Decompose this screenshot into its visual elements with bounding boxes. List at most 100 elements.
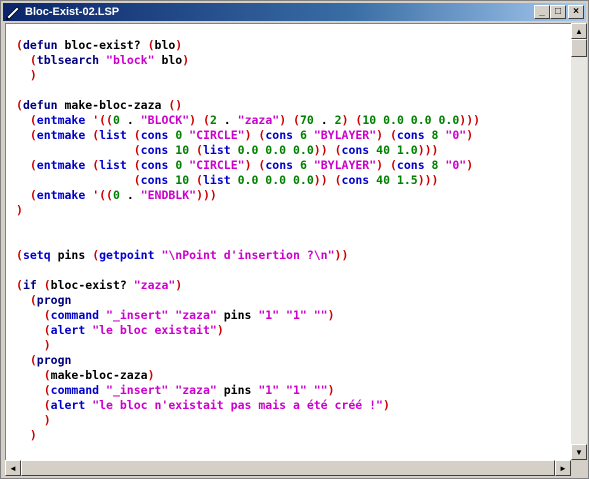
- code-token: ): [327, 383, 335, 397]
- code-token: progn: [36, 353, 72, 367]
- code-editor[interactable]: (defun bloc-exist? (blo) (tblsearch "blo…: [5, 23, 571, 460]
- scroll-up-button[interactable]: ▲: [571, 23, 587, 39]
- code-token: entmake: [36, 113, 93, 127]
- code-token: (: [29, 53, 37, 67]
- maximize-button[interactable]: □: [550, 5, 566, 19]
- code-token: ): [29, 68, 37, 82]
- code-line: (command "_insert" "zaza" pins "1" "1" "…: [16, 383, 480, 398]
- code-line: (defun bloc-exist? (blo): [16, 38, 480, 53]
- code-token: entmake: [36, 188, 93, 202]
- vertical-scroll-thumb[interactable]: [571, 39, 587, 57]
- code-token: (: [43, 308, 51, 322]
- code-token: ) (: [244, 158, 266, 172]
- code-token: "BYLAYER": [313, 158, 377, 172]
- code-token: (: [334, 173, 342, 187]
- code-token: 8: [431, 128, 446, 142]
- code-token: make-bloc-zaza: [50, 368, 148, 382]
- code-token: 0.0 0.0 0.0: [237, 173, 314, 187]
- code-token: (: [133, 158, 141, 172]
- code-token: ): [16, 203, 23, 217]
- code-line: (progn: [16, 293, 480, 308]
- horizontal-scrollbar[interactable]: ◄ ►: [5, 460, 571, 476]
- scroll-left-button[interactable]: ◄: [5, 460, 21, 476]
- code-token: cons: [396, 128, 432, 142]
- code-token: 0: [175, 128, 190, 142]
- code-token: .: [223, 113, 238, 127]
- code-line: (make-bloc-zaza): [16, 368, 480, 383]
- document-icon: [6, 6, 20, 20]
- code-token: ))): [417, 173, 439, 187]
- scroll-right-button[interactable]: ►: [555, 460, 571, 476]
- code-line: (setq pins (getpoint "\nPoint d'insertio…: [16, 248, 480, 263]
- code-token: progn: [36, 293, 72, 307]
- code-token: )): [313, 143, 328, 157]
- code-token: 0: [112, 188, 127, 202]
- code-token: ): [216, 323, 224, 337]
- code-token: cons: [265, 128, 300, 142]
- code-line: (entmake (list (cons 0 "CIRCLE") (cons 6…: [16, 158, 480, 173]
- code-token: cons: [265, 158, 300, 172]
- code-token: '((: [92, 188, 113, 202]
- code-text[interactable]: (defun bloc-exist? (blo) (tblsearch "blo…: [16, 38, 480, 443]
- code-line: (tblsearch "block" blo): [16, 53, 480, 68]
- code-line: (cons 10 (list 0.0 0.0 0.0)) (cons 40 1.…: [16, 143, 480, 158]
- code-token: 10: [175, 173, 197, 187]
- code-token: 10: [175, 143, 197, 157]
- close-icon: ×: [573, 6, 579, 17]
- code-token: "CIRCLE": [189, 158, 245, 172]
- code-token: (: [43, 383, 51, 397]
- horizontal-scroll-thumb[interactable]: [21, 460, 555, 476]
- code-token: "0": [445, 128, 467, 142]
- code-token: if: [22, 278, 44, 292]
- scroll-down-button[interactable]: ▼: [571, 444, 587, 460]
- code-token: blo: [154, 38, 176, 52]
- code-token: "BYLAYER": [313, 128, 377, 142]
- code-token: list: [99, 128, 134, 142]
- size-grip[interactable]: [571, 460, 587, 476]
- code-token: pins: [223, 383, 259, 397]
- code-token: ) (: [244, 128, 266, 142]
- vertical-scrollbar[interactable]: ▲ ▼: [571, 23, 587, 460]
- code-token: (: [29, 353, 37, 367]
- code-token: ) (: [279, 113, 300, 127]
- title-bar[interactable]: Bloc-Exist-02.LSP _ □ ×: [3, 3, 586, 21]
- code-token: "le bloc existait": [92, 323, 217, 337]
- code-token: (: [29, 128, 37, 142]
- code-token: cons: [341, 173, 377, 187]
- code-token: 0: [175, 158, 190, 172]
- code-line: (entmake '((0 . "BLOCK") (2 . "zaza") (7…: [16, 113, 480, 128]
- code-token: '((: [92, 113, 113, 127]
- code-token: "1" "1" "": [258, 383, 328, 397]
- code-token: 2: [209, 113, 224, 127]
- code-token: 6: [299, 158, 314, 172]
- code-token: ): [382, 398, 390, 412]
- code-line: (defun make-bloc-zaza (): [16, 98, 480, 113]
- code-token: ): [147, 368, 155, 382]
- code-token: ): [466, 128, 474, 142]
- close-button[interactable]: ×: [568, 5, 584, 19]
- code-line: ): [16, 68, 480, 83]
- code-token: ) (: [376, 158, 397, 172]
- arrow-left-icon: ◄: [9, 463, 17, 473]
- code-line: (entmake '((0 . "ENDBLK"))): [16, 188, 480, 203]
- code-token: command: [50, 308, 107, 322]
- editor-window: Bloc-Exist-02.LSP _ □ × (defun bloc-exis…: [0, 0, 589, 479]
- code-token: bloc-exist?: [64, 38, 148, 52]
- minimize-button[interactable]: _: [534, 5, 550, 19]
- code-token: cons: [396, 158, 432, 172]
- code-token: ) (: [376, 128, 397, 142]
- code-token: cons: [140, 128, 176, 142]
